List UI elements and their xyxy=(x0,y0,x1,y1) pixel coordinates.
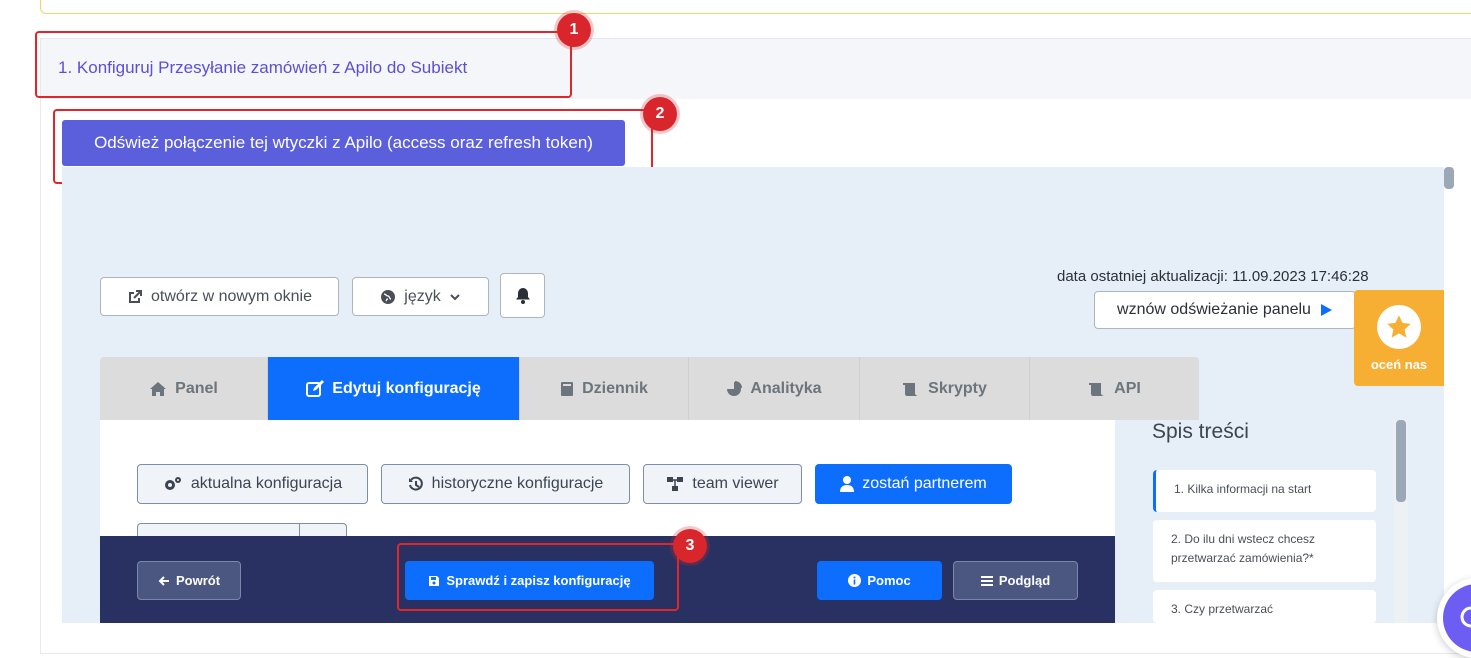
team-viewer-label: team viewer xyxy=(692,475,779,492)
tab-label: API xyxy=(1114,379,1141,397)
notifications-button[interactable] xyxy=(500,273,545,318)
callout-box-1 xyxy=(35,31,572,98)
tab-analytics[interactable]: Analityka xyxy=(689,357,860,420)
rate-us-label: oceń nas xyxy=(1370,356,1428,372)
list-icon xyxy=(980,575,993,587)
back-button[interactable]: Powrót xyxy=(137,561,241,600)
toc-item[interactable]: 1. Kilka informacji na start xyxy=(1153,470,1376,512)
home-icon xyxy=(149,381,167,397)
callout-badge-3: 3 xyxy=(673,529,707,563)
book-icon xyxy=(560,381,574,397)
team-viewer-button[interactable]: team viewer xyxy=(643,464,802,504)
bell-icon xyxy=(515,287,531,304)
become-partner-button[interactable]: zostań partnerem xyxy=(815,464,1012,504)
history-icon xyxy=(408,476,424,492)
tab-label: Skrypty xyxy=(928,379,987,397)
button-divider xyxy=(299,523,300,537)
tab-label: Panel xyxy=(175,379,218,397)
callout-badge-2: 2 xyxy=(643,97,677,131)
cogs-icon xyxy=(163,476,183,492)
toc-scrollbar-thumb[interactable] xyxy=(1396,420,1406,502)
chat-icon xyxy=(1457,606,1471,630)
history-config-label: historyczne konfiguracje xyxy=(431,475,604,492)
tab-label: Edytuj konfigurację xyxy=(332,379,481,397)
open-new-window-button[interactable]: otwórz w nowym oknie xyxy=(100,277,339,316)
toc-item[interactable]: 3. Czy przetwarzać xyxy=(1153,590,1376,623)
callout-badge-1: 1 xyxy=(557,13,591,47)
star-icon xyxy=(1377,304,1421,349)
scroll-icon xyxy=(902,381,920,397)
tab-log[interactable]: Dziennik xyxy=(520,357,689,420)
current-config-button[interactable]: aktualna konfiguracja xyxy=(137,464,368,504)
pie-chart-icon xyxy=(726,380,743,397)
outer-scrollbar-thumb[interactable] xyxy=(1444,167,1454,189)
scroll-icon xyxy=(1088,381,1106,397)
resume-refresh-button[interactable]: wznów odświeżanie panelu xyxy=(1094,291,1356,329)
tab-api[interactable]: API xyxy=(1030,357,1199,420)
info-icon xyxy=(848,574,862,587)
tab-label: Dziennik xyxy=(582,379,648,397)
preview-label: Podgląd xyxy=(998,573,1051,588)
globe-icon xyxy=(380,289,396,305)
arrow-left-icon xyxy=(158,575,170,587)
rate-us-widget[interactable]: oceń nas xyxy=(1354,290,1444,386)
become-partner-label: zostań partnerem xyxy=(862,475,987,492)
tab-panel[interactable]: Panel xyxy=(100,357,268,420)
last-update-text: data ostatniej aktualizacji: 11.09.2023 … xyxy=(1057,268,1369,285)
help-button[interactable]: Pomoc xyxy=(817,561,942,600)
language-label: język xyxy=(404,287,441,305)
network-icon xyxy=(666,476,684,492)
callout-box-3 xyxy=(397,543,679,611)
external-link-icon xyxy=(127,289,143,305)
edit-icon xyxy=(306,379,325,398)
user-icon xyxy=(840,476,855,492)
tab-scripts[interactable]: Skrypty xyxy=(860,357,1030,420)
help-label: Pomoc xyxy=(867,573,911,588)
current-config-label: aktualna konfiguracja xyxy=(190,475,343,492)
toc-item[interactable]: 2. Do ilu dni wstecz chcesz przetwarzać … xyxy=(1153,520,1376,582)
tab-label: Analityka xyxy=(750,379,822,397)
open-new-window-label: otwórz w nowym oknie xyxy=(151,287,312,305)
chevron-down-icon xyxy=(449,291,461,303)
top-notice-strip xyxy=(40,0,1471,14)
play-icon xyxy=(1319,303,1333,317)
history-config-button[interactable]: historyczne konfiguracje xyxy=(381,464,630,504)
tab-edit-config[interactable]: Edytuj konfigurację xyxy=(268,357,520,420)
resume-refresh-label: wznów odświeżanie panelu xyxy=(1117,301,1311,318)
preview-button[interactable]: Podgląd xyxy=(953,561,1078,600)
language-dropdown[interactable]: język xyxy=(352,277,489,316)
toc-title: Spis treści xyxy=(1152,420,1249,443)
back-label: Powrót xyxy=(175,573,221,588)
